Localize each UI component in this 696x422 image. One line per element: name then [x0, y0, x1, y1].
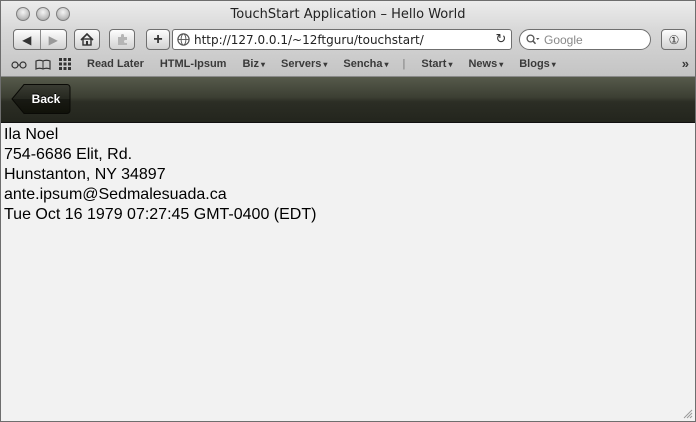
browser-window: TouchStart Application – Hello World ◀ ▶… — [0, 0, 696, 422]
bookmark-read-later[interactable]: Read Later — [87, 58, 144, 70]
back-button[interactable]: Back — [11, 83, 71, 115]
chevron-down-icon: ▾ — [384, 59, 389, 69]
bookmark-folder-servers[interactable]: Servers ▾ — [281, 58, 327, 70]
bookmark-folder-start[interactable]: Start ▾ — [421, 58, 452, 70]
chevron-down-icon: ▾ — [260, 59, 265, 69]
search-icon — [526, 34, 540, 45]
contact-address: 754-6686 Elit, Rd. — [4, 146, 133, 163]
reload-icon[interactable]: ↻ — [491, 32, 511, 47]
browser-chrome: TouchStart Application – Hello World ◀ ▶… — [1, 1, 695, 77]
bookmark-folder-news[interactable]: News ▾ — [468, 58, 503, 70]
back-forward-group: ◀ ▶ — [13, 29, 67, 50]
home-icon — [80, 33, 94, 46]
grid-icon[interactable] — [59, 58, 71, 70]
chevron-down-icon: ▾ — [499, 59, 504, 69]
puzzle-icon — [117, 34, 127, 45]
info-button[interactable]: ① — [661, 29, 687, 50]
chevron-down-icon: ▾ — [551, 59, 556, 69]
back-arrow-icon[interactable]: ◀ — [14, 30, 40, 49]
globe-icon — [177, 33, 190, 46]
book-icon[interactable] — [35, 59, 51, 70]
resize-grip-icon[interactable] — [683, 409, 693, 419]
add-bookmark-button[interactable]: + — [146, 29, 170, 50]
chevron-down-icon: ▾ — [323, 59, 328, 69]
address-bar[interactable]: http://127.0.0.1/~12ftguru/touchstart/ ↻ — [172, 29, 512, 50]
window-title: TouchStart Application – Hello World — [230, 7, 466, 22]
contact-city-line: Hunstanton, NY 34897 — [4, 166, 166, 183]
search-placeholder: Google — [544, 32, 583, 47]
bookmark-folder-biz[interactable]: Biz ▾ — [242, 58, 265, 70]
search-input[interactable]: Google — [519, 29, 651, 50]
chevron-down-icon: ▾ — [448, 59, 453, 69]
extensions-button[interactable] — [109, 29, 135, 50]
home-button[interactable] — [74, 29, 100, 50]
bookmarks-overflow-icon[interactable]: » — [682, 56, 689, 71]
bookmark-folder-sencha[interactable]: Sencha ▾ — [343, 58, 388, 70]
bookmark-folder-blogs[interactable]: Blogs ▾ — [519, 58, 556, 70]
contact-date: Tue Oct 16 1979 07:27:45 GMT-0400 (EDT) — [4, 206, 317, 223]
app-toolbar: Back — [1, 77, 695, 123]
bookmark-html-ipsum[interactable]: HTML-Ipsum — [160, 58, 227, 70]
detail-panel: Ila Noel 754-6686 Elit, Rd. Hunstanton, … — [1, 123, 695, 421]
back-button-label: Back — [31, 92, 61, 106]
contact-email: ante.ipsum@Sedmalesuada.ca — [4, 186, 227, 203]
url-text[interactable]: http://127.0.0.1/~12ftguru/touchstart/ — [194, 33, 491, 47]
reading-glasses-icon[interactable] — [11, 60, 27, 69]
bookmark-separator: | — [402, 58, 406, 70]
bookmarks-bar: Read Later HTML-Ipsum Biz ▾ Servers ▾ Senc… — [1, 54, 695, 74]
contact-name: Ila Noel — [4, 126, 59, 143]
forward-arrow-icon[interactable]: ▶ — [39, 30, 67, 49]
